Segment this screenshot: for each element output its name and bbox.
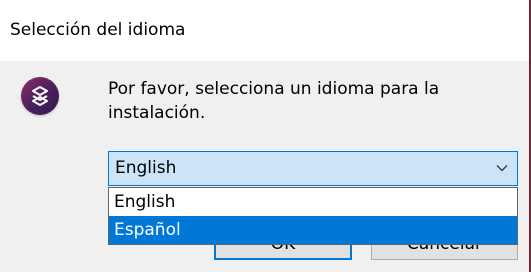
setup-app-icon — [21, 77, 59, 115]
language-dialog: Selección del idioma Por favor, seleccio… — [0, 0, 531, 272]
window-title: Selección del idioma — [10, 20, 186, 40]
language-select[interactable]: English — [108, 151, 518, 186]
language-option-english[interactable]: English — [109, 188, 517, 216]
title-bar[interactable]: Selección del idioma — [0, 0, 529, 61]
dialog-message: Por favor, selecciona un idioma para la … — [108, 79, 440, 123]
language-select-value: English — [115, 158, 177, 178]
language-option-espanol[interactable]: Español — [109, 216, 517, 244]
chevron-down-icon[interactable] — [495, 161, 509, 175]
app-logo-glyph-icon — [32, 86, 48, 106]
language-dropdown-list: English Español — [108, 187, 518, 245]
